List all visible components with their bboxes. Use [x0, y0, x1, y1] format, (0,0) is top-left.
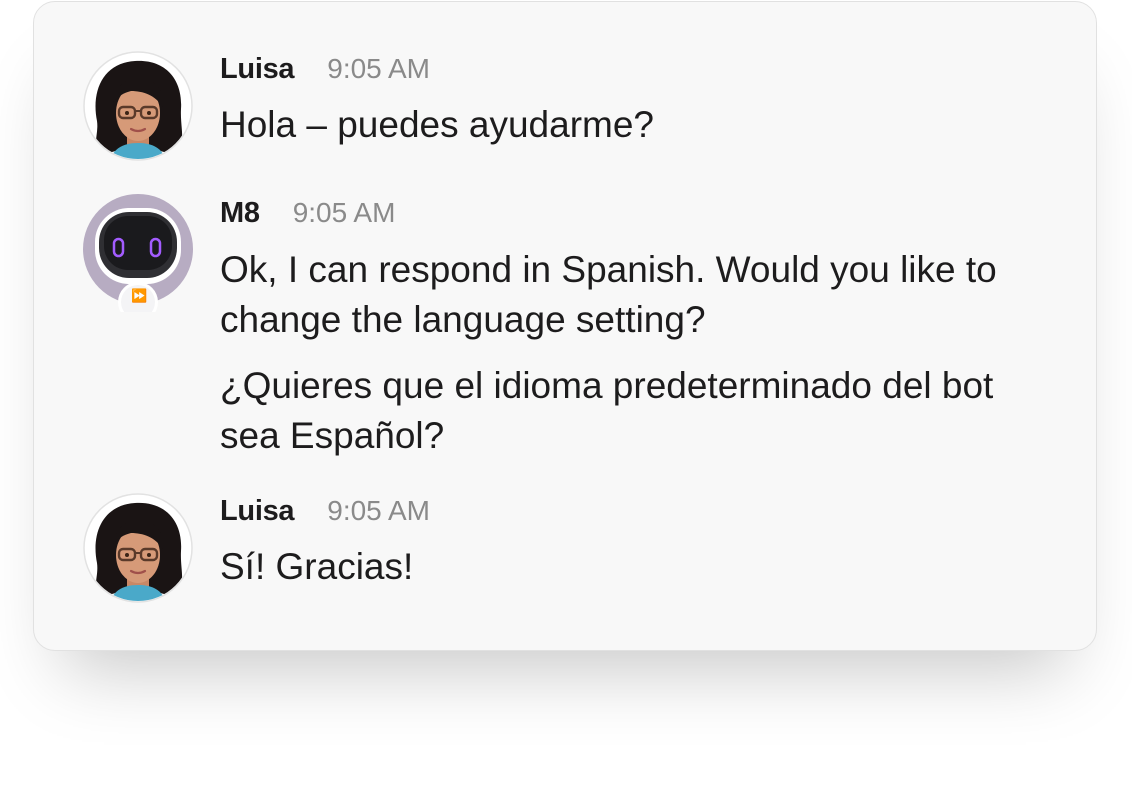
message-text: Ok, I can respond in Spanish. Would you …	[220, 249, 997, 340]
timestamp[interactable]: 9:05 AM	[327, 495, 430, 527]
chat-card: Luisa 9:05 AM Hola – puedes ayudarme? ⏩ …	[33, 1, 1097, 651]
message-meta: Luisa 9:05 AM	[220, 53, 1056, 89]
timestamp[interactable]: 9:05 AM	[327, 53, 430, 85]
message-text: Sí! Gracias!	[220, 546, 414, 587]
avatar[interactable]	[83, 51, 193, 161]
sender-name[interactable]: Luisa	[220, 53, 295, 86]
message-text: ¿Quieres que el idioma predeterminado de…	[220, 365, 994, 456]
message-meta: M8 9:05 AM	[220, 197, 1056, 233]
message-meta: Luisa 9:05 AM	[220, 495, 1056, 531]
avatar[interactable]	[83, 493, 193, 603]
message-content: Luisa 9:05 AM Sí! Gracias!	[220, 495, 1056, 592]
timestamp[interactable]: 9:05 AM	[293, 197, 396, 229]
woman-with-glasses-avatar-icon	[83, 51, 193, 161]
fast-forward-icon: ⏩	[131, 289, 148, 304]
woman-with-glasses-avatar-icon	[83, 493, 193, 603]
sender-name[interactable]: Luisa	[220, 495, 295, 528]
message-text: Hola – puedes ayudarme?	[220, 104, 655, 145]
message-content: Luisa 9:05 AM Hola – puedes ayudarme?	[220, 53, 1056, 150]
sender-name[interactable]: M8	[220, 197, 260, 230]
avatar[interactable]: ⏩	[83, 194, 193, 312]
message-content: M8 9:05 AM Ok, I can respond in Spanish.…	[220, 197, 1056, 461]
